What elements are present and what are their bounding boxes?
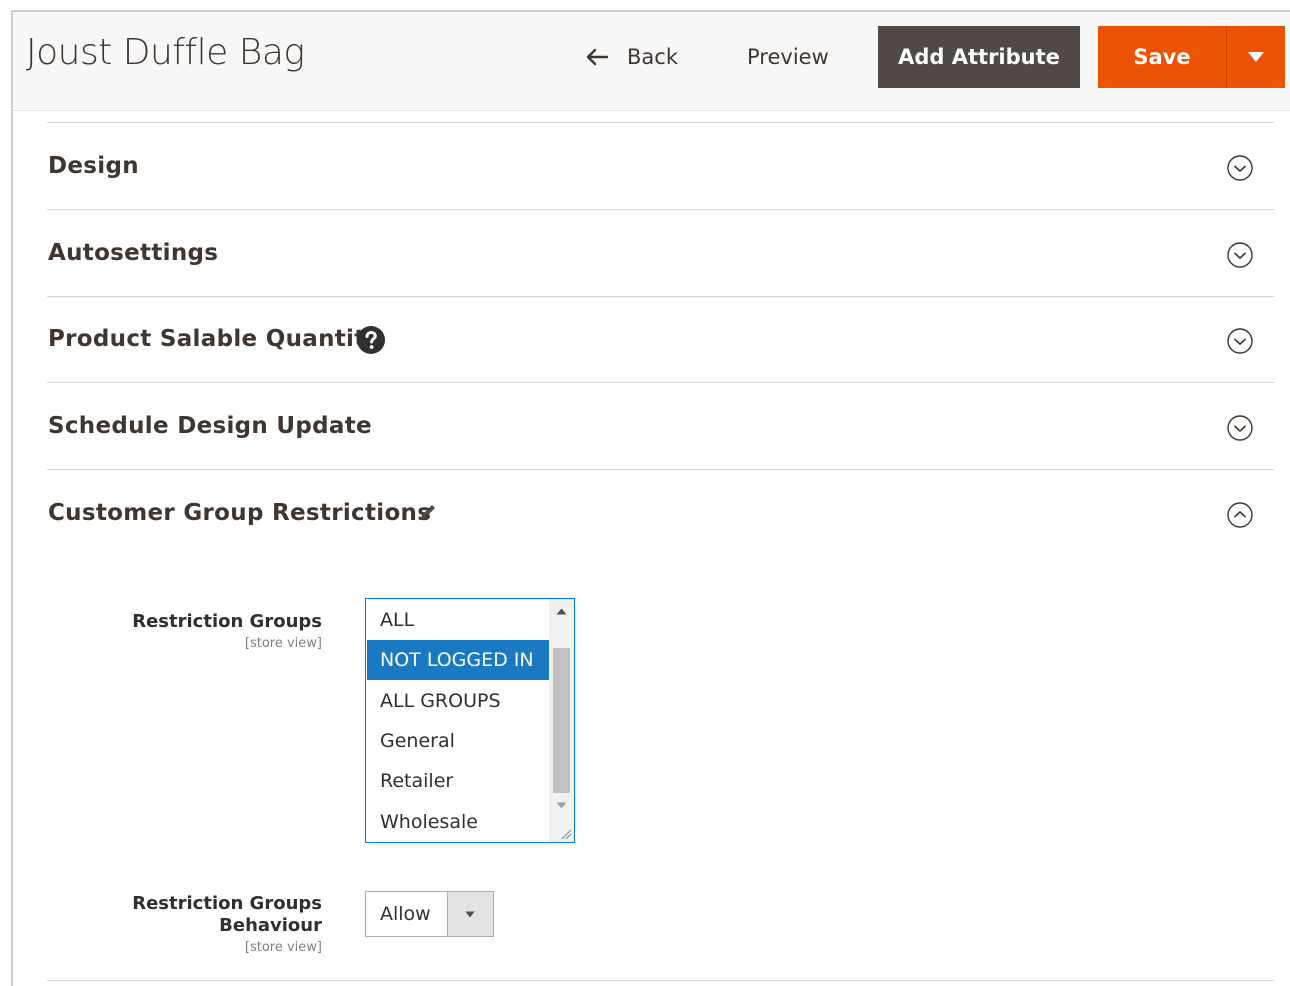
section-title: Schedule Design Update [48, 413, 372, 439]
caret-down-icon [465, 911, 475, 918]
chevron-down-icon [1227, 415, 1253, 441]
section-title: Customer Group Restrictions [48, 500, 432, 526]
behaviour-label-line2: Behaviour [219, 915, 322, 936]
add-attribute-button[interactable]: Add Attribute [878, 26, 1080, 88]
chevron-down-icon [1227, 155, 1253, 181]
restriction-groups-label: Restriction Groups [132, 611, 322, 632]
back-button-label: Back [627, 45, 678, 69]
multiselect-option[interactable]: ALL [367, 600, 550, 640]
resize-grip-icon[interactable] [560, 828, 572, 840]
section-title: Autosettings [48, 240, 219, 266]
select-arrow-button[interactable] [447, 892, 493, 936]
multiselect-scrollbar[interactable] [549, 599, 574, 842]
chevron-up-icon [1227, 502, 1253, 528]
behaviour-scope: [store view] [244, 940, 322, 955]
save-button-label: Save [1133, 45, 1191, 69]
back-button[interactable]: Back [585, 42, 678, 72]
multiselect-option[interactable]: ALL GROUPS [367, 681, 550, 721]
section-divider [47, 980, 1274, 981]
caret-down-icon [1248, 52, 1264, 62]
section-product-salable-quantity[interactable]: Product Salable Quantity [47, 296, 1274, 383]
preview-button[interactable]: Preview [747, 42, 829, 72]
multiselect-option[interactable]: Retailer [367, 761, 550, 801]
section-title: Product Salable Quantity [48, 326, 381, 352]
multiselect-option[interactable]: General [367, 721, 550, 761]
preview-button-label: Preview [747, 45, 829, 69]
scroll-down-arrow-icon[interactable] [556, 802, 567, 809]
section-customer-group-restrictions[interactable]: Customer Group Restrictions [47, 470, 1274, 556]
multiselect-option[interactable]: Wholesale [367, 802, 550, 842]
restriction-groups-multiselect[interactable]: ALL NOT LOGGED IN ALL GROUPS General Ret… [365, 598, 575, 843]
section-autosettings[interactable]: Autosettings [47, 210, 1274, 297]
restriction-groups-scope: [store view] [244, 636, 322, 651]
section-title: Design [48, 153, 139, 179]
help-icon[interactable] [356, 325, 386, 355]
page-title: Joust Duffle Bag [26, 32, 305, 73]
page-header: Joust Duffle Bag Back Preview Add Attrib… [13, 12, 1290, 111]
scrollbar-thumb[interactable] [553, 648, 570, 793]
add-attribute-label: Add Attribute [898, 45, 1060, 69]
save-button[interactable]: Save [1098, 26, 1226, 88]
chevron-down-icon [1227, 328, 1253, 354]
pencil-icon[interactable] [417, 501, 439, 523]
select-value: Allow [380, 903, 431, 925]
restriction-behaviour-select[interactable]: Allow [365, 891, 494, 937]
arrow-left-icon [586, 48, 609, 66]
save-options-toggle[interactable] [1226, 26, 1285, 88]
section-design[interactable]: Design [47, 123, 1274, 210]
section-schedule-design-update[interactable]: Schedule Design Update [47, 383, 1274, 470]
chevron-down-icon [1227, 242, 1253, 268]
behaviour-label-line1: Restriction Groups [132, 893, 322, 914]
scroll-up-arrow-icon[interactable] [556, 608, 567, 615]
multiselect-option-selected[interactable]: NOT LOGGED IN [367, 640, 550, 680]
